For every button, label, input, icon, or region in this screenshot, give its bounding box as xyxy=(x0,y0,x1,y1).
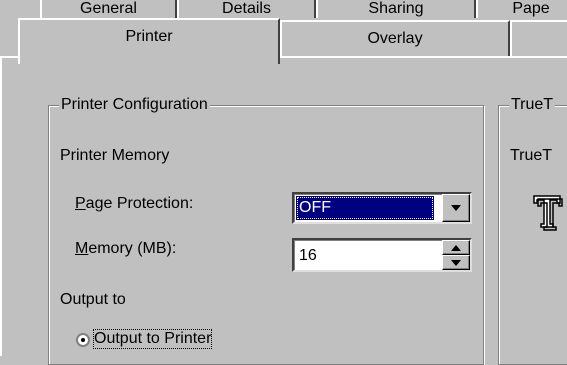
memory-mb-value: 16 xyxy=(299,247,317,264)
tab-sharing[interactable]: Sharing xyxy=(316,0,476,18)
spin-up-button[interactable] xyxy=(442,240,470,255)
printer-configuration-legend: Printer Configuration xyxy=(59,96,210,114)
memory-mb-label: Memory (MB): xyxy=(75,240,177,257)
printer-configuration-group xyxy=(48,105,484,365)
tab-general[interactable]: General xyxy=(40,0,177,18)
output-to-heading: Output to xyxy=(60,291,126,308)
arrow-up-icon xyxy=(451,245,461,251)
chevron-down-icon xyxy=(451,205,461,211)
arrow-down-icon xyxy=(451,260,461,266)
printer-memory-heading: Printer Memory xyxy=(60,147,170,164)
tab-next[interactable] xyxy=(510,20,567,56)
page-protection-value: OFF xyxy=(296,196,434,220)
truetype-label: TrueT xyxy=(510,147,553,164)
memory-mb-spinner[interactable]: 16 xyxy=(292,238,472,272)
truetype-group xyxy=(498,105,567,365)
output-to-printer-radio[interactable]: Output to Printer xyxy=(76,329,296,350)
tab-label: Overlay xyxy=(367,30,423,47)
tab-label: Details xyxy=(222,0,271,17)
tab-overlay[interactable]: Overlay xyxy=(280,20,510,56)
spin-down-button[interactable] xyxy=(442,255,470,270)
tab-paper[interactable]: Pape xyxy=(476,0,567,18)
tab-details[interactable]: Details xyxy=(177,0,316,18)
radio-selected-icon xyxy=(76,333,90,347)
page-protection-label: Page Protection: xyxy=(75,195,194,212)
truetype-legend: TrueT xyxy=(509,96,556,114)
tab-label: Printer xyxy=(125,28,173,45)
tab-printer[interactable]: Printer xyxy=(18,18,280,64)
page-protection-select[interactable]: OFF xyxy=(292,192,472,224)
tab-label: General xyxy=(80,0,137,17)
truetype-font-icon xyxy=(526,190,567,234)
tab-label: Pape xyxy=(512,0,550,17)
output-to-printer-label: Output to Printer xyxy=(92,329,213,349)
dropdown-button[interactable] xyxy=(442,194,470,222)
tab-label: Sharing xyxy=(368,0,424,17)
